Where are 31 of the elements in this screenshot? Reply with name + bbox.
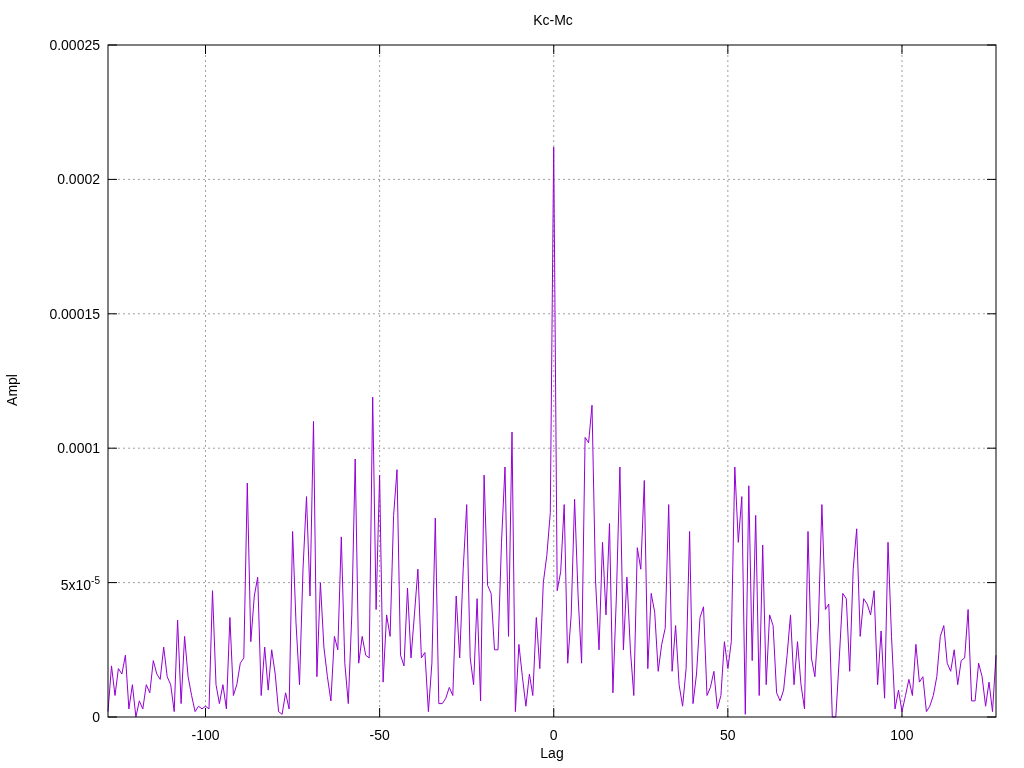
axis-label: Lag — [540, 745, 564, 761]
tick-mark — [107, 582, 118, 584]
tick-mark — [986, 178, 997, 180]
tick-mark — [553, 707, 555, 718]
tick-mark — [986, 313, 997, 315]
tick-mark — [379, 707, 381, 718]
tick-label: 50 — [720, 727, 736, 743]
tick-label: 5x10$^{-5}$ — [60, 573, 100, 593]
tick-mark — [107, 313, 118, 315]
tick-label: 0.0002 — [57, 171, 100, 188]
tick-label: -100 — [191, 727, 220, 743]
tick-label: 0.00025 — [49, 37, 100, 53]
tick-mark — [986, 582, 997, 584]
tick-label: 0.0001 — [57, 440, 100, 457]
tick-mark — [107, 447, 118, 449]
tick-mark — [986, 447, 997, 449]
tick-label: 100 — [890, 727, 914, 743]
axis-label: Ampl — [4, 374, 20, 406]
tick-label: 0.00015 — [49, 305, 100, 322]
tick-mark — [107, 178, 118, 180]
tick-label: 0 — [92, 709, 100, 725]
tick-mark — [553, 44, 555, 55]
tick-mark — [727, 707, 729, 718]
tick-mark — [205, 44, 206, 55]
tick-label: 0 — [549, 727, 558, 743]
tick-mark — [205, 707, 206, 718]
tick-mark — [901, 44, 903, 55]
tick-label: -50 — [369, 727, 390, 743]
tick-mark — [727, 44, 729, 55]
tick-mark — [379, 44, 381, 55]
chart-title: Kc-Mc — [533, 12, 573, 28]
